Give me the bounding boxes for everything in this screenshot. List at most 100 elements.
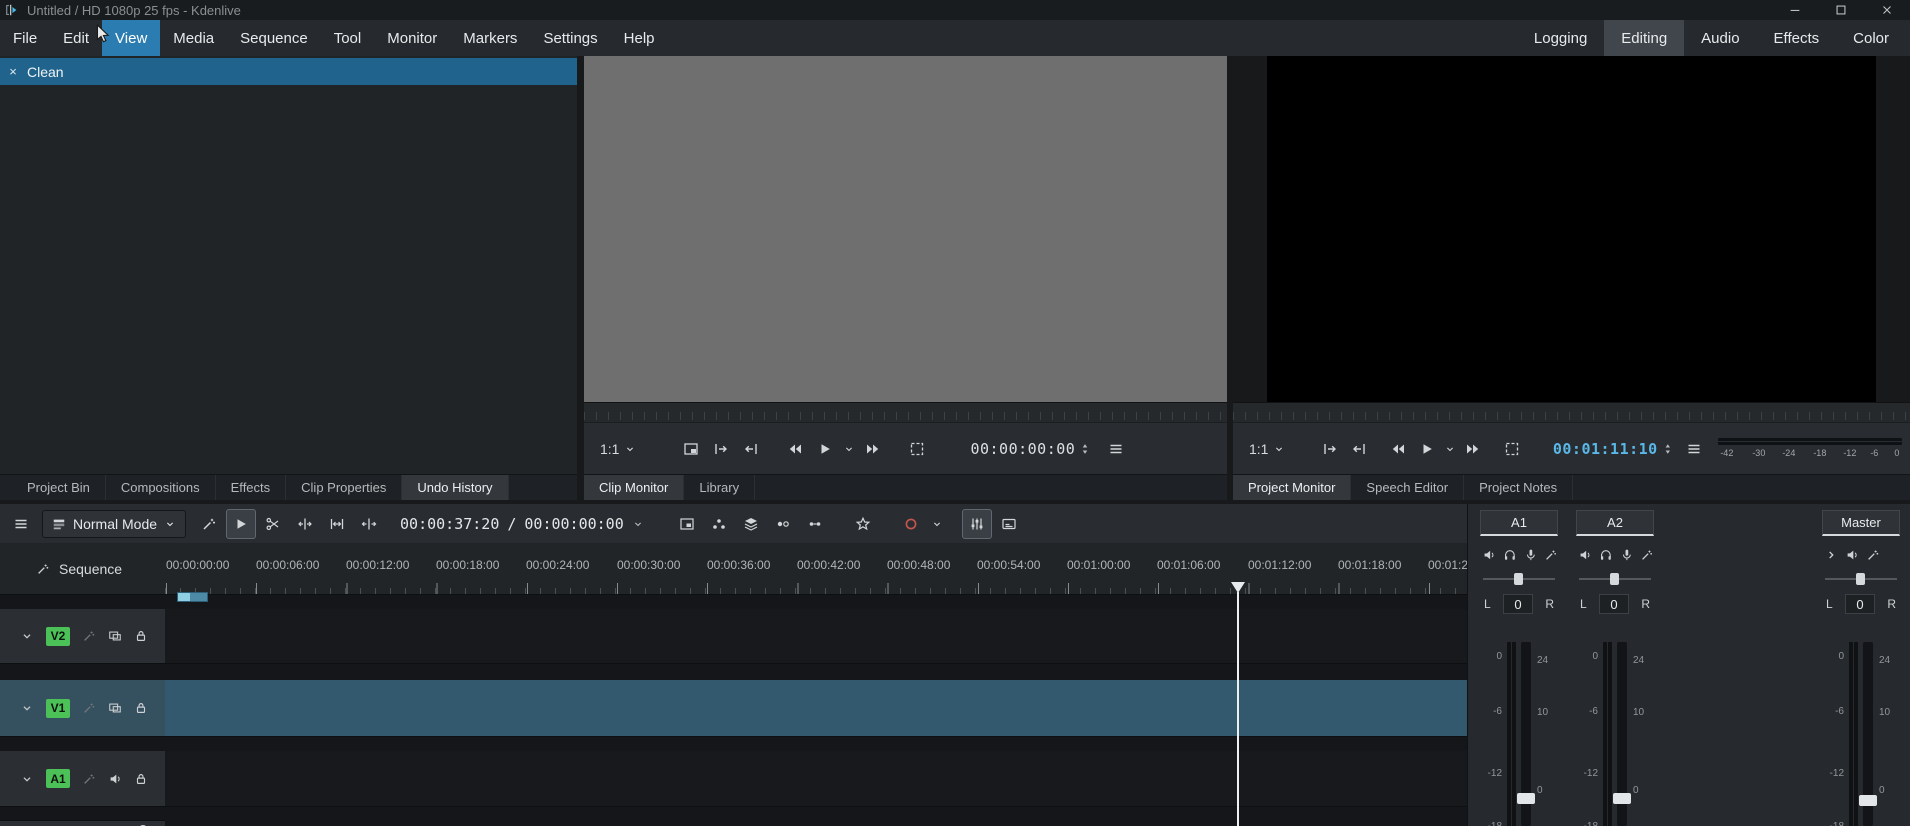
close-button[interactable] (1864, 0, 1910, 20)
forward-button[interactable] (858, 434, 888, 464)
menu-media[interactable]: Media (160, 20, 227, 56)
volume-fader[interactable]: 0 -6 -12 -18 24 10 0 (1822, 638, 1900, 826)
effects-wand-icon[interactable] (1866, 548, 1880, 562)
play-button[interactable] (810, 434, 840, 464)
sequence-header[interactable]: Sequence (0, 543, 165, 595)
audio-mixer-toggle-button[interactable] (961, 508, 992, 539)
loop-zone-button[interactable] (1498, 434, 1527, 464)
volume-value[interactable]: 0 (1845, 594, 1875, 614)
volume-fader[interactable]: 0 -6 -12 -18 24 10 0 (1576, 638, 1654, 826)
zone-in-button[interactable] (1315, 434, 1344, 464)
clip-monitor-menu-button[interactable] (1101, 434, 1131, 464)
volume-value[interactable]: 0 (1599, 594, 1629, 614)
timeline-zone[interactable] (177, 592, 208, 602)
split-button[interactable] (354, 509, 384, 539)
timecode-spinner-icon[interactable] (1079, 443, 1091, 455)
tab-clip-properties[interactable]: Clip Properties (286, 475, 403, 500)
menu-monitor[interactable]: Monitor (374, 20, 450, 56)
undo-history-list[interactable] (0, 85, 577, 474)
lock-icon[interactable] (134, 701, 148, 715)
menu-tool[interactable]: Tool (321, 20, 375, 56)
pan-slider[interactable] (1480, 572, 1558, 586)
mute-icon[interactable] (1845, 548, 1859, 562)
record-mic-icon[interactable] (1524, 548, 1538, 562)
track-lane-v1[interactable] (165, 680, 1467, 737)
video-track-icon[interactable] (108, 701, 122, 715)
clip-monitor-timecode[interactable]: 00:00:00:00 (970, 440, 1075, 458)
track-lane-v2[interactable] (165, 609, 1467, 664)
tab-speech-editor[interactable]: Speech Editor (1351, 475, 1465, 500)
audio-track-icon[interactable] (108, 772, 122, 786)
workspace-logging[interactable]: Logging (1517, 20, 1604, 56)
collapse-chevron-icon[interactable] (1824, 548, 1838, 562)
pan-slider[interactable] (1822, 572, 1900, 586)
mix-clips-button[interactable] (768, 509, 798, 539)
subtitles-button[interactable] (994, 509, 1024, 539)
menu-help[interactable]: Help (611, 20, 668, 56)
tab-project-monitor[interactable]: Project Monitor (1233, 475, 1352, 500)
project-monitor-timecode[interactable]: 00:01:11:10 (1553, 440, 1658, 458)
tab-clip-monitor[interactable]: Clip Monitor (584, 475, 685, 500)
mute-icon[interactable] (1578, 548, 1592, 562)
tab-effects[interactable]: Effects (216, 475, 287, 500)
track-name-badge[interactable]: V2 (46, 626, 70, 646)
clip-monitor-seekbar[interactable] (584, 402, 1227, 422)
chevron-down-icon[interactable] (20, 772, 34, 786)
track-effects-icon[interactable] (82, 701, 96, 715)
insert-zone-button[interactable] (704, 509, 734, 539)
tab-project-bin[interactable]: Project Bin (12, 475, 106, 500)
tab-compositions[interactable]: Compositions (106, 475, 216, 500)
pan-handle[interactable] (1610, 573, 1619, 585)
zone-out-button[interactable] (1344, 434, 1373, 464)
record-options-button[interactable] (928, 509, 946, 539)
tab-library[interactable]: Library (684, 475, 756, 500)
play-button[interactable] (1412, 434, 1441, 464)
menu-view[interactable]: View (102, 20, 161, 56)
track-effects-icon[interactable] (82, 629, 96, 643)
minimize-button[interactable] (1772, 0, 1818, 20)
playhead-handle[interactable] (1231, 582, 1245, 593)
menu-edit[interactable]: Edit (50, 20, 102, 56)
fader-handle[interactable] (1613, 793, 1631, 804)
record-mic-icon[interactable] (1620, 548, 1634, 562)
zone-in-button[interactable] (706, 434, 736, 464)
track-name-badge[interactable]: A1 (46, 769, 70, 788)
timecode-spinner-icon[interactable] (1662, 443, 1674, 455)
fit-zoom-button[interactable] (322, 509, 352, 539)
track-name-badge[interactable]: V1 (46, 698, 70, 718)
record-button[interactable] (896, 509, 926, 539)
play-options-button[interactable] (840, 434, 858, 464)
mute-icon[interactable] (1482, 548, 1496, 562)
timeline-play-button[interactable] (226, 508, 257, 539)
menu-markers[interactable]: Markers (450, 20, 530, 56)
workspace-color[interactable]: Color (1836, 20, 1906, 56)
pan-slider[interactable] (1576, 572, 1654, 586)
channel-label[interactable]: A1 (1480, 510, 1558, 536)
tab-project-notes[interactable]: Project Notes (1464, 475, 1574, 500)
rewind-button[interactable] (780, 434, 810, 464)
rewind-button[interactable] (1383, 434, 1412, 464)
fader-handle[interactable] (1859, 795, 1877, 806)
spacer-tool-button[interactable] (290, 509, 320, 539)
workspace-editing[interactable]: Editing (1604, 20, 1685, 56)
undo-history-entry[interactable]: × Clean (0, 58, 577, 85)
timeline-menu-button[interactable] (6, 509, 36, 539)
cut-button[interactable] (258, 509, 288, 539)
channel-label[interactable]: Master (1822, 510, 1900, 536)
edit-mode-select[interactable]: Normal Mode (42, 509, 187, 538)
timeline-ruler[interactable]: 00:00:00:00 00:00:06:00 00:00:12:00 00:0… (165, 543, 1467, 594)
track-effects-icon[interactable] (82, 772, 96, 786)
chevron-down-icon[interactable] (20, 629, 34, 643)
maximize-button[interactable] (1818, 0, 1864, 20)
monitor-headphones-icon[interactable] (1503, 548, 1517, 562)
project-monitor-menu-button[interactable] (1679, 434, 1708, 464)
lock-icon[interactable] (134, 772, 148, 786)
effects-wand-icon[interactable] (1544, 548, 1558, 562)
overwrite-zone-button[interactable] (672, 509, 702, 539)
volume-value[interactable]: 0 (1503, 594, 1533, 614)
fader-handle[interactable] (1517, 793, 1535, 804)
project-monitor-zoom-select[interactable]: 1:1 (1249, 441, 1285, 457)
chevron-down-icon[interactable] (20, 701, 34, 715)
extract-zone-button[interactable] (736, 509, 766, 539)
menu-file[interactable]: File (0, 20, 50, 56)
